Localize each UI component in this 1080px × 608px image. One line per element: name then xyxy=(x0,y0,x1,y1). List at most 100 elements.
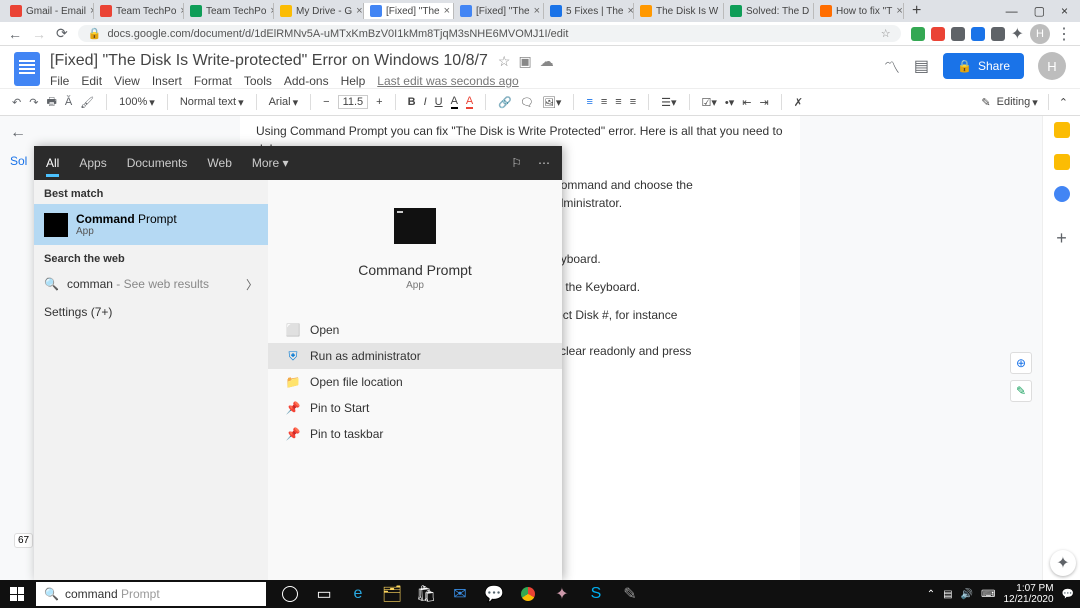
document-title[interactable]: [Fixed] "The Disk Is Write-protected" Er… xyxy=(50,52,488,70)
action-pin-start[interactable]: 📌Pin to Start xyxy=(268,395,562,421)
tasks-icon[interactable] xyxy=(1054,186,1070,202)
add-comment-icon[interactable]: ⊕ xyxy=(1010,352,1032,374)
menu-format[interactable]: Format xyxy=(194,74,232,88)
close-icon[interactable]: × xyxy=(444,5,450,17)
feedback-icon[interactable]: ⚐ xyxy=(511,156,522,170)
edge-icon[interactable]: e xyxy=(344,580,372,608)
menu-file[interactable]: File xyxy=(50,74,69,88)
close-icon[interactable]: × xyxy=(896,5,902,17)
browser-tab[interactable]: [Fixed] "The× xyxy=(364,3,454,19)
align-right-icon[interactable]: ≡ xyxy=(615,96,621,108)
bold-icon[interactable]: B xyxy=(408,96,416,108)
star-icon[interactable]: ☆ xyxy=(881,27,891,40)
text-color-icon[interactable]: A xyxy=(451,95,458,109)
store-icon[interactable]: 🛍 xyxy=(412,580,440,608)
extension-icon[interactable] xyxy=(931,27,945,41)
action-run-admin[interactable]: ⛨Run as administrator xyxy=(268,343,562,369)
taskbar-app-icon[interactable]: ✦ xyxy=(548,580,576,608)
checklist-icon[interactable]: ☑▾ xyxy=(702,96,717,109)
zoom-select[interactable]: 100% ▾ xyxy=(119,96,155,109)
action-pin-taskbar[interactable]: 📌Pin to taskbar xyxy=(268,421,562,447)
collapse-icon[interactable]: ⌃ xyxy=(1059,96,1068,109)
start-button[interactable] xyxy=(0,580,34,608)
line-spacing-icon[interactable]: ☰▾ xyxy=(661,96,676,109)
explorer-icon[interactable]: 🗂 xyxy=(378,580,406,608)
web-result[interactable]: 🔍 comman - See web results 〉 xyxy=(34,269,268,299)
action-open-location[interactable]: 📁Open file location xyxy=(268,369,562,395)
outline-item[interactable]: Sol xyxy=(10,154,27,168)
maximize-icon[interactable]: ▢ xyxy=(1034,4,1045,18)
comment-icon[interactable]: 🗨 xyxy=(520,96,534,109)
close-icon[interactable]: × xyxy=(534,5,540,17)
extension-icon[interactable] xyxy=(951,27,965,41)
font-size-increase[interactable]: + xyxy=(376,96,382,108)
keyboard-icon[interactable]: ⌨ xyxy=(981,589,995,600)
italic-icon[interactable]: I xyxy=(424,96,427,108)
extension-icon[interactable] xyxy=(911,27,925,41)
back-icon[interactable]: ← xyxy=(8,26,22,42)
browser-tab[interactable]: Solved: The D× xyxy=(724,3,814,19)
close-icon[interactable]: × xyxy=(1061,4,1068,18)
mail-icon[interactable]: ✉ xyxy=(446,580,474,608)
chrome-icon[interactable] xyxy=(514,580,542,608)
chat-icon[interactable]: 💬 xyxy=(480,580,508,608)
redo-icon[interactable]: ↷ xyxy=(29,96,38,109)
browser-tab[interactable]: Team TechPo× xyxy=(184,3,274,19)
profile-icon[interactable]: H xyxy=(1030,24,1050,44)
cloud-icon[interactable]: ☁ xyxy=(540,53,554,70)
tab-more[interactable]: More ▾ xyxy=(252,156,289,170)
comments-icon[interactable]: ▤ xyxy=(914,56,929,76)
share-button[interactable]: 🔒 Share xyxy=(943,53,1024,79)
align-left-icon[interactable]: ≡ xyxy=(586,96,592,108)
tab-web[interactable]: Web xyxy=(207,156,231,170)
browser-tab[interactable]: My Drive - G× xyxy=(274,3,364,19)
font-select[interactable]: Arial ▾ xyxy=(269,96,299,109)
new-tab-button[interactable]: + xyxy=(904,2,929,20)
action-open[interactable]: ⬜Open xyxy=(268,317,562,343)
editing-mode-select[interactable]: Editing ▾ xyxy=(997,96,1038,109)
browser-tab[interactable]: 5 Fixes | The× xyxy=(544,3,634,19)
kebab-icon[interactable]: ⋮ xyxy=(1056,24,1072,44)
docs-logo-icon[interactable] xyxy=(14,52,40,86)
taskbar-app-icon[interactable]: ✎ xyxy=(616,580,644,608)
forward-icon[interactable]: → xyxy=(32,26,46,42)
outline-toggle-icon[interactable]: ← xyxy=(10,124,26,142)
extension-icon[interactable] xyxy=(991,27,1005,41)
indent-increase-icon[interactable]: ⇥ xyxy=(760,96,769,109)
align-center-icon[interactable]: ≡ xyxy=(601,96,607,108)
settings-result[interactable]: Settings (7+) xyxy=(34,299,268,325)
menu-tools[interactable]: Tools xyxy=(244,74,272,88)
extensions-icon[interactable]: ✦ xyxy=(1011,24,1024,44)
paint-format-icon[interactable]: 🖌 xyxy=(80,96,94,109)
menu-addons[interactable]: Add-ons xyxy=(284,74,329,88)
move-icon[interactable]: ▣ xyxy=(518,53,531,70)
tray-chevron-icon[interactable]: ⌃ xyxy=(927,589,935,600)
menu-help[interactable]: Help xyxy=(341,74,366,88)
underline-icon[interactable]: U xyxy=(435,96,443,108)
last-edit-text[interactable]: Last edit was seconds ago xyxy=(377,74,518,88)
best-match-result[interactable]: Command Prompt App xyxy=(34,204,268,245)
reload-icon[interactable]: ⟳ xyxy=(56,25,68,42)
spellcheck-icon[interactable]: Ă xyxy=(65,96,72,108)
url-input[interactable]: 🔒 docs.google.com/document/d/1dElRMNv5A-… xyxy=(78,25,901,42)
task-view-icon[interactable]: ▭ xyxy=(310,580,338,608)
skype-icon[interactable]: S xyxy=(582,580,610,608)
minimize-icon[interactable]: — xyxy=(1006,4,1018,18)
close-icon[interactable]: × xyxy=(627,5,633,17)
browser-tab[interactable]: The Disk Is W× xyxy=(634,3,724,19)
explore-button[interactable]: ✦ xyxy=(1050,550,1076,576)
notification-icon[interactable]: 💬 xyxy=(1062,589,1074,600)
volume-icon[interactable]: 🔊 xyxy=(961,589,973,600)
font-size-decrease[interactable]: − xyxy=(323,96,329,108)
tab-apps[interactable]: Apps xyxy=(79,156,106,170)
undo-icon[interactable]: ↶ xyxy=(12,96,21,109)
clear-format-icon[interactable]: ✗ xyxy=(794,96,803,109)
cortana-icon[interactable] xyxy=(276,580,304,608)
kebab-icon[interactable]: ⋯ xyxy=(538,156,550,170)
network-icon[interactable]: ▤ xyxy=(943,589,952,600)
taskbar-search-input[interactable]: 🔍 command Prompt xyxy=(36,582,266,606)
menu-insert[interactable]: Insert xyxy=(152,74,182,88)
align-justify-icon[interactable]: ≡ xyxy=(630,96,636,108)
tray-datetime[interactable]: 1:07 PM 12/21/2020 xyxy=(1003,583,1053,605)
avatar[interactable]: H xyxy=(1038,52,1066,80)
